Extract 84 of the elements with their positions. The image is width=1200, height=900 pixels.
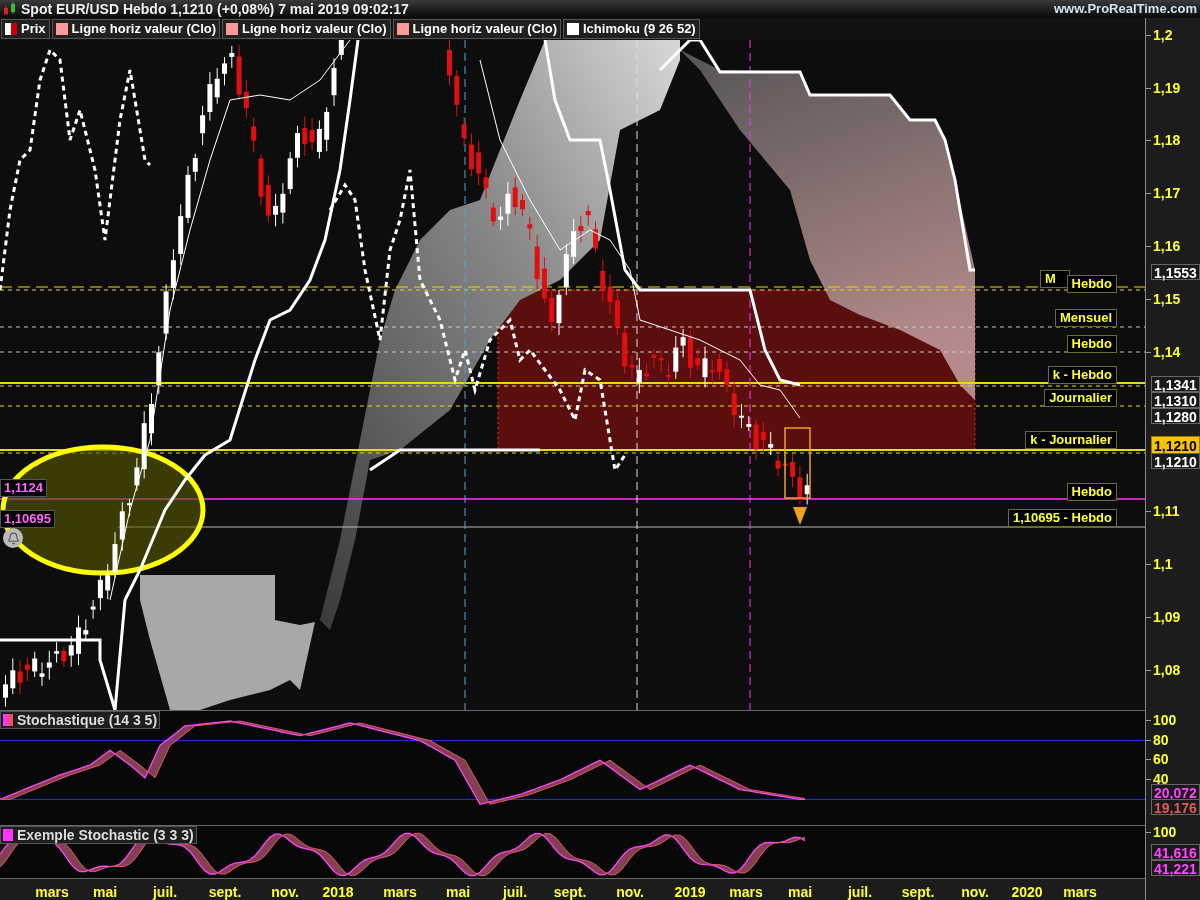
candlestick	[739, 403, 744, 429]
indicator-swatch-icon	[3, 714, 13, 726]
axis-tick-label: 1,18	[1153, 133, 1181, 147]
selection-frame	[784, 427, 811, 499]
candlestick	[295, 125, 300, 168]
axis-value-label: 1,1280	[1151, 408, 1200, 424]
time-axis-label: mars	[1063, 883, 1097, 900]
down-arrow-icon	[793, 507, 807, 525]
axis-value-label: 19,176	[1151, 799, 1200, 815]
time-axis-label: juil.	[152, 883, 178, 900]
indicator-name: Exemple Stochastic (3 3 3)	[17, 825, 194, 845]
time-axis-label: mai	[445, 883, 471, 900]
axis-tick-label: 1,16	[1153, 239, 1181, 253]
time-axis-label: 2019	[674, 883, 706, 900]
level-label: Hebdo	[1066, 483, 1117, 501]
candlestick	[76, 615, 81, 666]
time-axis-label: mars	[729, 883, 763, 900]
legend-item[interactable]: Ichimoku (9 26 52)	[563, 19, 700, 39]
legend-item[interactable]: Ligne horiz valeur (Clo)	[392, 19, 561, 39]
axis-tick-label: 1,08	[1153, 663, 1181, 677]
bell-icon[interactable]	[3, 528, 23, 548]
axis-tick-label: 1,11	[1153, 504, 1180, 518]
indicator-name: Stochastique (14 3 5)	[17, 710, 158, 730]
alert-price-label: 1,1124	[0, 479, 48, 497]
window-title: Spot EUR/USD Hebdo 1,1210 (+0,08%) 7 mai 2019 09:02:17	[21, 0, 409, 19]
legend-item[interactable]: Prix	[1, 19, 50, 39]
candlestick	[3, 674, 8, 708]
time-axis-label: juil.	[502, 883, 528, 900]
candlestick	[520, 193, 525, 217]
level-label: Mensuel	[1055, 309, 1117, 327]
time-axis-label: nov.	[616, 883, 644, 900]
time-axis-label: nov.	[271, 883, 299, 900]
time-axis-label: sept.	[553, 883, 587, 900]
level-label: 1,10695 - Hebdo	[1008, 509, 1117, 527]
site-name: www.ProRealTime.com	[1053, 0, 1197, 19]
level-label: Hebdo	[1066, 275, 1117, 293]
axis-tick-label: 100	[1153, 713, 1177, 727]
time-axis-label: nov.	[961, 883, 989, 900]
candlestick	[666, 363, 671, 385]
axis-tick-label: 1,19	[1153, 81, 1181, 95]
candlestick	[149, 392, 154, 446]
axis-tick-label: 60	[1153, 752, 1169, 766]
axis-tick-label: 100	[1153, 825, 1177, 839]
indicator-swatch-icon	[3, 829, 13, 841]
axis-value-label: 41,221	[1151, 860, 1200, 876]
axis-tick-label: 1,2	[1153, 28, 1173, 42]
level-label: k - Journalier	[1025, 431, 1117, 449]
axis-value-label: 1,1553	[1151, 264, 1200, 280]
time-axis-label: mai	[92, 883, 118, 900]
time-axis-label: mars	[383, 883, 417, 900]
axis-tick-label: 1,09	[1153, 610, 1181, 624]
legend-item[interactable]: Ligne horiz valeur (Clo)	[222, 19, 391, 39]
axis-tick-label: 1,14	[1153, 345, 1181, 359]
axis-value-label: 20,072	[1151, 784, 1200, 800]
alert-price-label: 1,10695	[0, 510, 55, 528]
level-label: Hebdo	[1066, 335, 1117, 353]
time-axis-label: mai	[787, 883, 813, 900]
time-axis-label: mars	[35, 883, 69, 900]
axis-value-label: 1,1310	[1151, 392, 1200, 408]
axis-value-label: 1,1341	[1151, 376, 1200, 392]
axis-value-label: 41,616	[1151, 844, 1200, 860]
level-label: k - Hebdo	[1047, 366, 1117, 384]
candlestick	[156, 345, 162, 395]
candlestick	[222, 56, 227, 86]
axis-tick-label: 1,15	[1153, 292, 1181, 306]
legend-item[interactable]: Ligne horiz valeur (Clo)	[51, 19, 221, 39]
candlestick	[447, 40, 452, 86]
axis-tick-label: 1,17	[1153, 186, 1181, 200]
level-label: Journalier	[1044, 389, 1117, 407]
time-axis-label: 2018	[322, 883, 354, 900]
axis-tick-label: 40	[1153, 772, 1169, 786]
axis-tick-label: 1,1	[1153, 557, 1173, 571]
current-price-label: 1,1210	[1151, 436, 1200, 454]
candlestick	[490, 202, 496, 227]
time-axis-label: sept.	[901, 883, 935, 900]
time-axis-label: sept.	[208, 883, 242, 900]
candlestick	[127, 498, 133, 517]
time-axis-label: juil.	[847, 883, 873, 900]
axis-tick-label: 80	[1153, 733, 1169, 747]
level-label: M	[1040, 270, 1070, 288]
candlestick	[593, 221, 598, 254]
candlestick-icon	[3, 2, 17, 16]
time-axis-label: 2020	[1011, 883, 1043, 900]
axis-value-label: 1,1210	[1151, 453, 1200, 469]
